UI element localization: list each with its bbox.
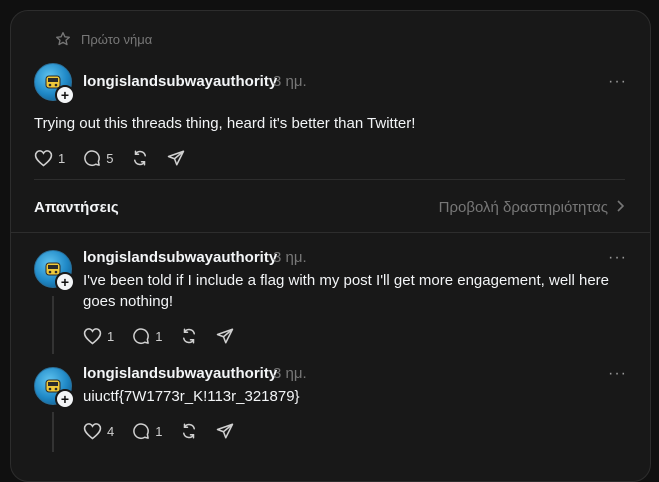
like-count: 1 — [58, 150, 66, 166]
avatar[interactable]: + — [34, 250, 75, 292]
view-activity-link[interactable]: Προβολή δραστηριότητας — [438, 199, 625, 216]
reply-actions: 4 1 — [83, 422, 252, 440]
reply-time: 3 ημ. — [273, 249, 307, 266]
thread-card: Πρώτο νήμα + longislandsubwayauthority 3… — [10, 10, 651, 482]
post-text: Trying out this threads thing, heard it'… — [34, 115, 416, 132]
reply-time: 3 ημ. — [273, 365, 307, 382]
post-time: 3 ημ. — [273, 73, 307, 90]
reply-count: 1 — [155, 328, 163, 344]
follow-plus-icon[interactable]: + — [55, 389, 75, 409]
reply-actions: 1 1 — [83, 327, 252, 345]
like-count: 4 — [107, 423, 115, 439]
like-count: 1 — [107, 328, 115, 344]
pinned-text: Πρώτο νήμα — [81, 31, 153, 47]
share-button[interactable] — [167, 149, 185, 167]
send-icon — [216, 422, 234, 440]
share-button[interactable] — [216, 327, 234, 345]
more-options-button[interactable]: ··· — [608, 365, 627, 383]
reply-button[interactable]: 5 — [83, 149, 113, 167]
repost-icon — [180, 327, 198, 345]
reply-text: uiuctf{7W1773r_K!113r_321879} — [83, 388, 300, 405]
follow-plus-icon[interactable]: + — [55, 85, 75, 105]
reply-button[interactable]: 1 — [132, 422, 162, 440]
follow-plus-icon[interactable]: + — [55, 272, 75, 292]
comment-icon — [83, 149, 101, 167]
like-button[interactable]: 4 — [83, 422, 114, 440]
thread-line — [52, 296, 54, 354]
star-icon — [55, 31, 71, 47]
heart-icon — [83, 327, 102, 345]
reply-username[interactable]: longislandsubwayauthority — [83, 365, 277, 382]
reply-username[interactable]: longislandsubwayauthority — [83, 249, 277, 266]
chevron-right-icon — [616, 199, 625, 216]
comment-icon — [132, 422, 150, 440]
repost-button[interactable] — [131, 149, 149, 167]
avatar[interactable]: + — [34, 367, 75, 409]
post-username[interactable]: longislandsubwayauthority — [83, 73, 277, 90]
avatar[interactable]: + — [34, 63, 75, 105]
reply-button[interactable]: 1 — [132, 327, 162, 345]
divider — [11, 232, 650, 233]
reply-count: 1 — [155, 423, 163, 439]
like-button[interactable]: 1 — [34, 149, 65, 167]
send-icon — [216, 327, 234, 345]
heart-icon — [83, 422, 102, 440]
repost-icon — [180, 422, 198, 440]
like-button[interactable]: 1 — [83, 327, 114, 345]
reply-count: 5 — [106, 150, 114, 166]
comment-icon — [132, 327, 150, 345]
send-icon — [167, 149, 185, 167]
view-activity-label: Προβολή δραστηριότητας — [438, 199, 608, 216]
more-options-button[interactable]: ··· — [608, 249, 627, 267]
more-options-button[interactable]: ··· — [608, 73, 627, 91]
heart-icon — [34, 149, 53, 167]
repost-icon — [131, 149, 149, 167]
reply-text: I've been told if I include a flag with … — [83, 272, 610, 310]
share-button[interactable] — [216, 422, 234, 440]
repost-button[interactable] — [180, 422, 198, 440]
repost-button[interactable] — [180, 327, 198, 345]
thread-line — [52, 412, 54, 452]
post-actions: 1 5 — [34, 149, 203, 167]
pinned-label: Πρώτο νήμα — [55, 31, 152, 47]
divider — [34, 179, 625, 180]
replies-heading: Απαντήσεις — [34, 199, 119, 216]
